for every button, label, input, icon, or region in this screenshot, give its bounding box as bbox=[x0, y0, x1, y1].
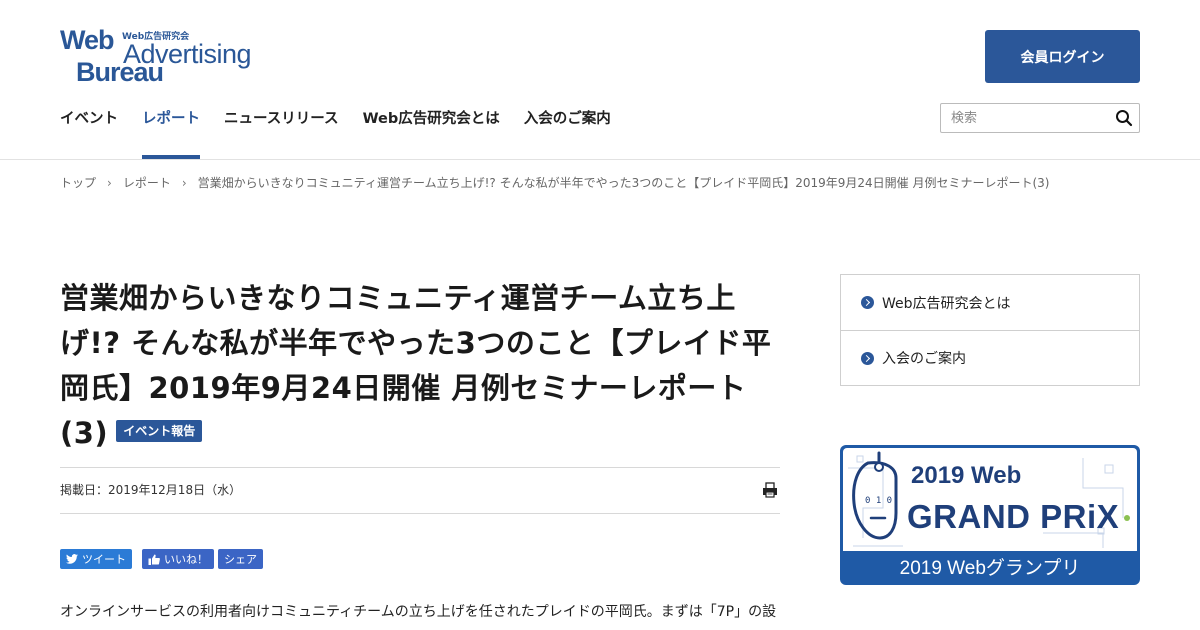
member-login-button[interactable]: 会員ログイン bbox=[985, 30, 1140, 83]
breadcrumb-top[interactable]: トップ bbox=[60, 174, 96, 191]
share-button[interactable]: シェア bbox=[218, 549, 263, 569]
banner-line1: 2019 Web bbox=[911, 462, 1022, 489]
category-badge[interactable]: イベント報告 bbox=[116, 420, 203, 442]
chevron-right-icon bbox=[861, 296, 874, 309]
logo-word-bureau: Bureau bbox=[76, 57, 164, 87]
nav-item-event[interactable]: イベント bbox=[60, 96, 118, 159]
sidebar-item-label: 入会のご案内 bbox=[882, 351, 966, 367]
nav-item-about[interactable]: Web広告研究会とは bbox=[363, 96, 500, 159]
logo-word-web: Web bbox=[60, 25, 115, 55]
social-buttons: ツイート いいね！ シェア bbox=[60, 549, 273, 569]
breadcrumb-current: 営業畑からいきなりコミュニティ運営チーム立ち上げ!? そんな私が半年でやった3つ… bbox=[197, 176, 1050, 190]
web-grand-prix-banner[interactable]: 0 1 0 2019 Web GRAND PRiX 2019 Webグランプリ bbox=[840, 445, 1140, 585]
thumbs-up-icon bbox=[148, 554, 160, 565]
breadcrumb: トップ › レポート › 営業畑からいきなりコミュニティ運営チーム立ち上げ!? そんな私… bbox=[60, 174, 1049, 191]
search-box bbox=[940, 103, 1140, 133]
banner-line2: GRAND PRiX bbox=[907, 498, 1120, 535]
sidebar-item-label: Web広告研究会とは bbox=[882, 295, 1011, 312]
site-logo[interactable]: Web広告研究会 Web Advertising Bureau bbox=[60, 25, 252, 87]
banner-artwork: 0 1 0 2019 Web GRAND PRiX bbox=[843, 448, 1137, 551]
chevron-right-icon bbox=[861, 351, 874, 365]
twitter-bird-icon bbox=[66, 554, 78, 564]
publish-date: 掲載日：2019年12月18日（水） bbox=[60, 483, 242, 497]
search-icon[interactable] bbox=[1115, 109, 1133, 127]
search-input[interactable] bbox=[941, 104, 1101, 132]
date-divider-bottom bbox=[60, 513, 780, 514]
sidebar-menu: Web広告研究会とは 入会のご案内 bbox=[840, 274, 1140, 386]
header-divider bbox=[0, 159, 1200, 160]
like-label: いいね！ bbox=[164, 553, 208, 566]
article-title: 営業畑からいきなりコミュニティ運営チーム立ち上げ!? そんな私が半年でやった3つ… bbox=[60, 276, 780, 456]
tweet-label: ツイート bbox=[82, 553, 126, 566]
breadcrumb-report[interactable]: レポート bbox=[123, 174, 171, 191]
main-nav: イベント レポート ニュースリリース Web広告研究会とは 入会のご案内 bbox=[60, 96, 635, 159]
breadcrumb-separator-icon: › bbox=[181, 176, 187, 190]
nav-item-report[interactable]: レポート bbox=[142, 96, 200, 159]
date-divider-top bbox=[60, 467, 780, 468]
nav-item-news-release[interactable]: ニュースリリース bbox=[224, 96, 339, 159]
article-lead: オンラインサービスの利用者向けコミュニティチームの立ち上げを任されたプレイドの平… bbox=[60, 604, 777, 620]
print-icon[interactable] bbox=[762, 482, 778, 498]
sidebar-item-join[interactable]: 入会のご案内 bbox=[841, 330, 1139, 385]
nav-item-join[interactable]: 入会のご案内 bbox=[524, 96, 611, 159]
svg-text:0 1 0: 0 1 0 bbox=[865, 496, 892, 506]
like-button[interactable]: いいね！ bbox=[142, 549, 214, 569]
tweet-button[interactable]: ツイート bbox=[60, 549, 132, 569]
breadcrumb-separator-icon: › bbox=[107, 176, 112, 190]
sidebar-item-about[interactable]: Web広告研究会とは bbox=[841, 275, 1139, 330]
banner-caption: 2019 Webグランプリ bbox=[899, 558, 1081, 579]
